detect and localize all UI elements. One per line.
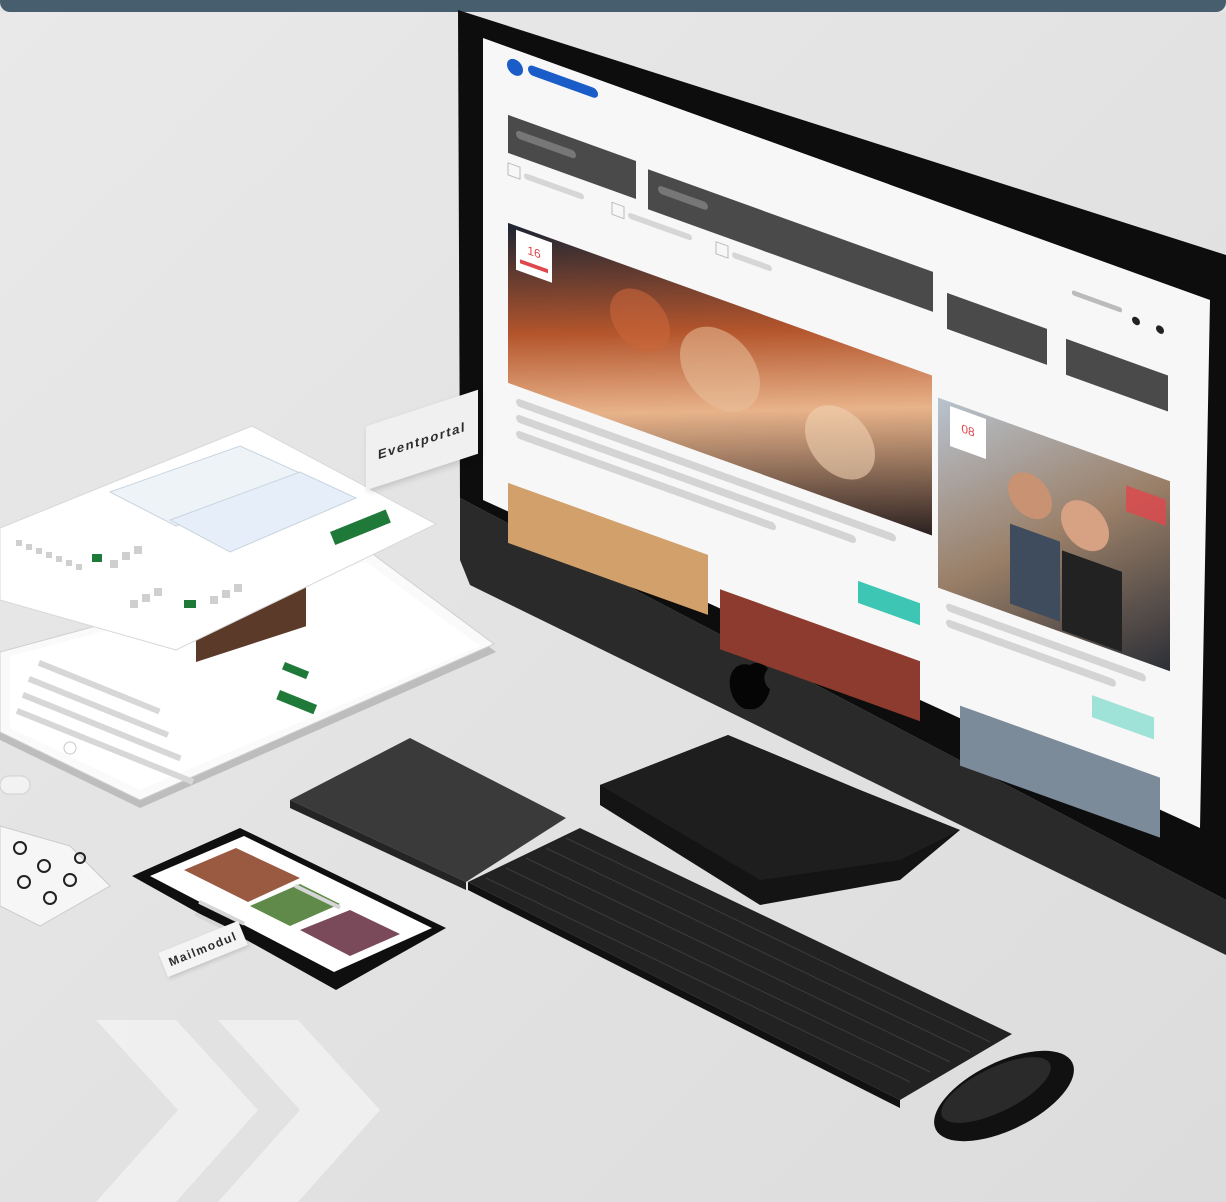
device-mockup-scene: 16 08 [0,10,1226,1202]
earbud [0,775,31,795]
